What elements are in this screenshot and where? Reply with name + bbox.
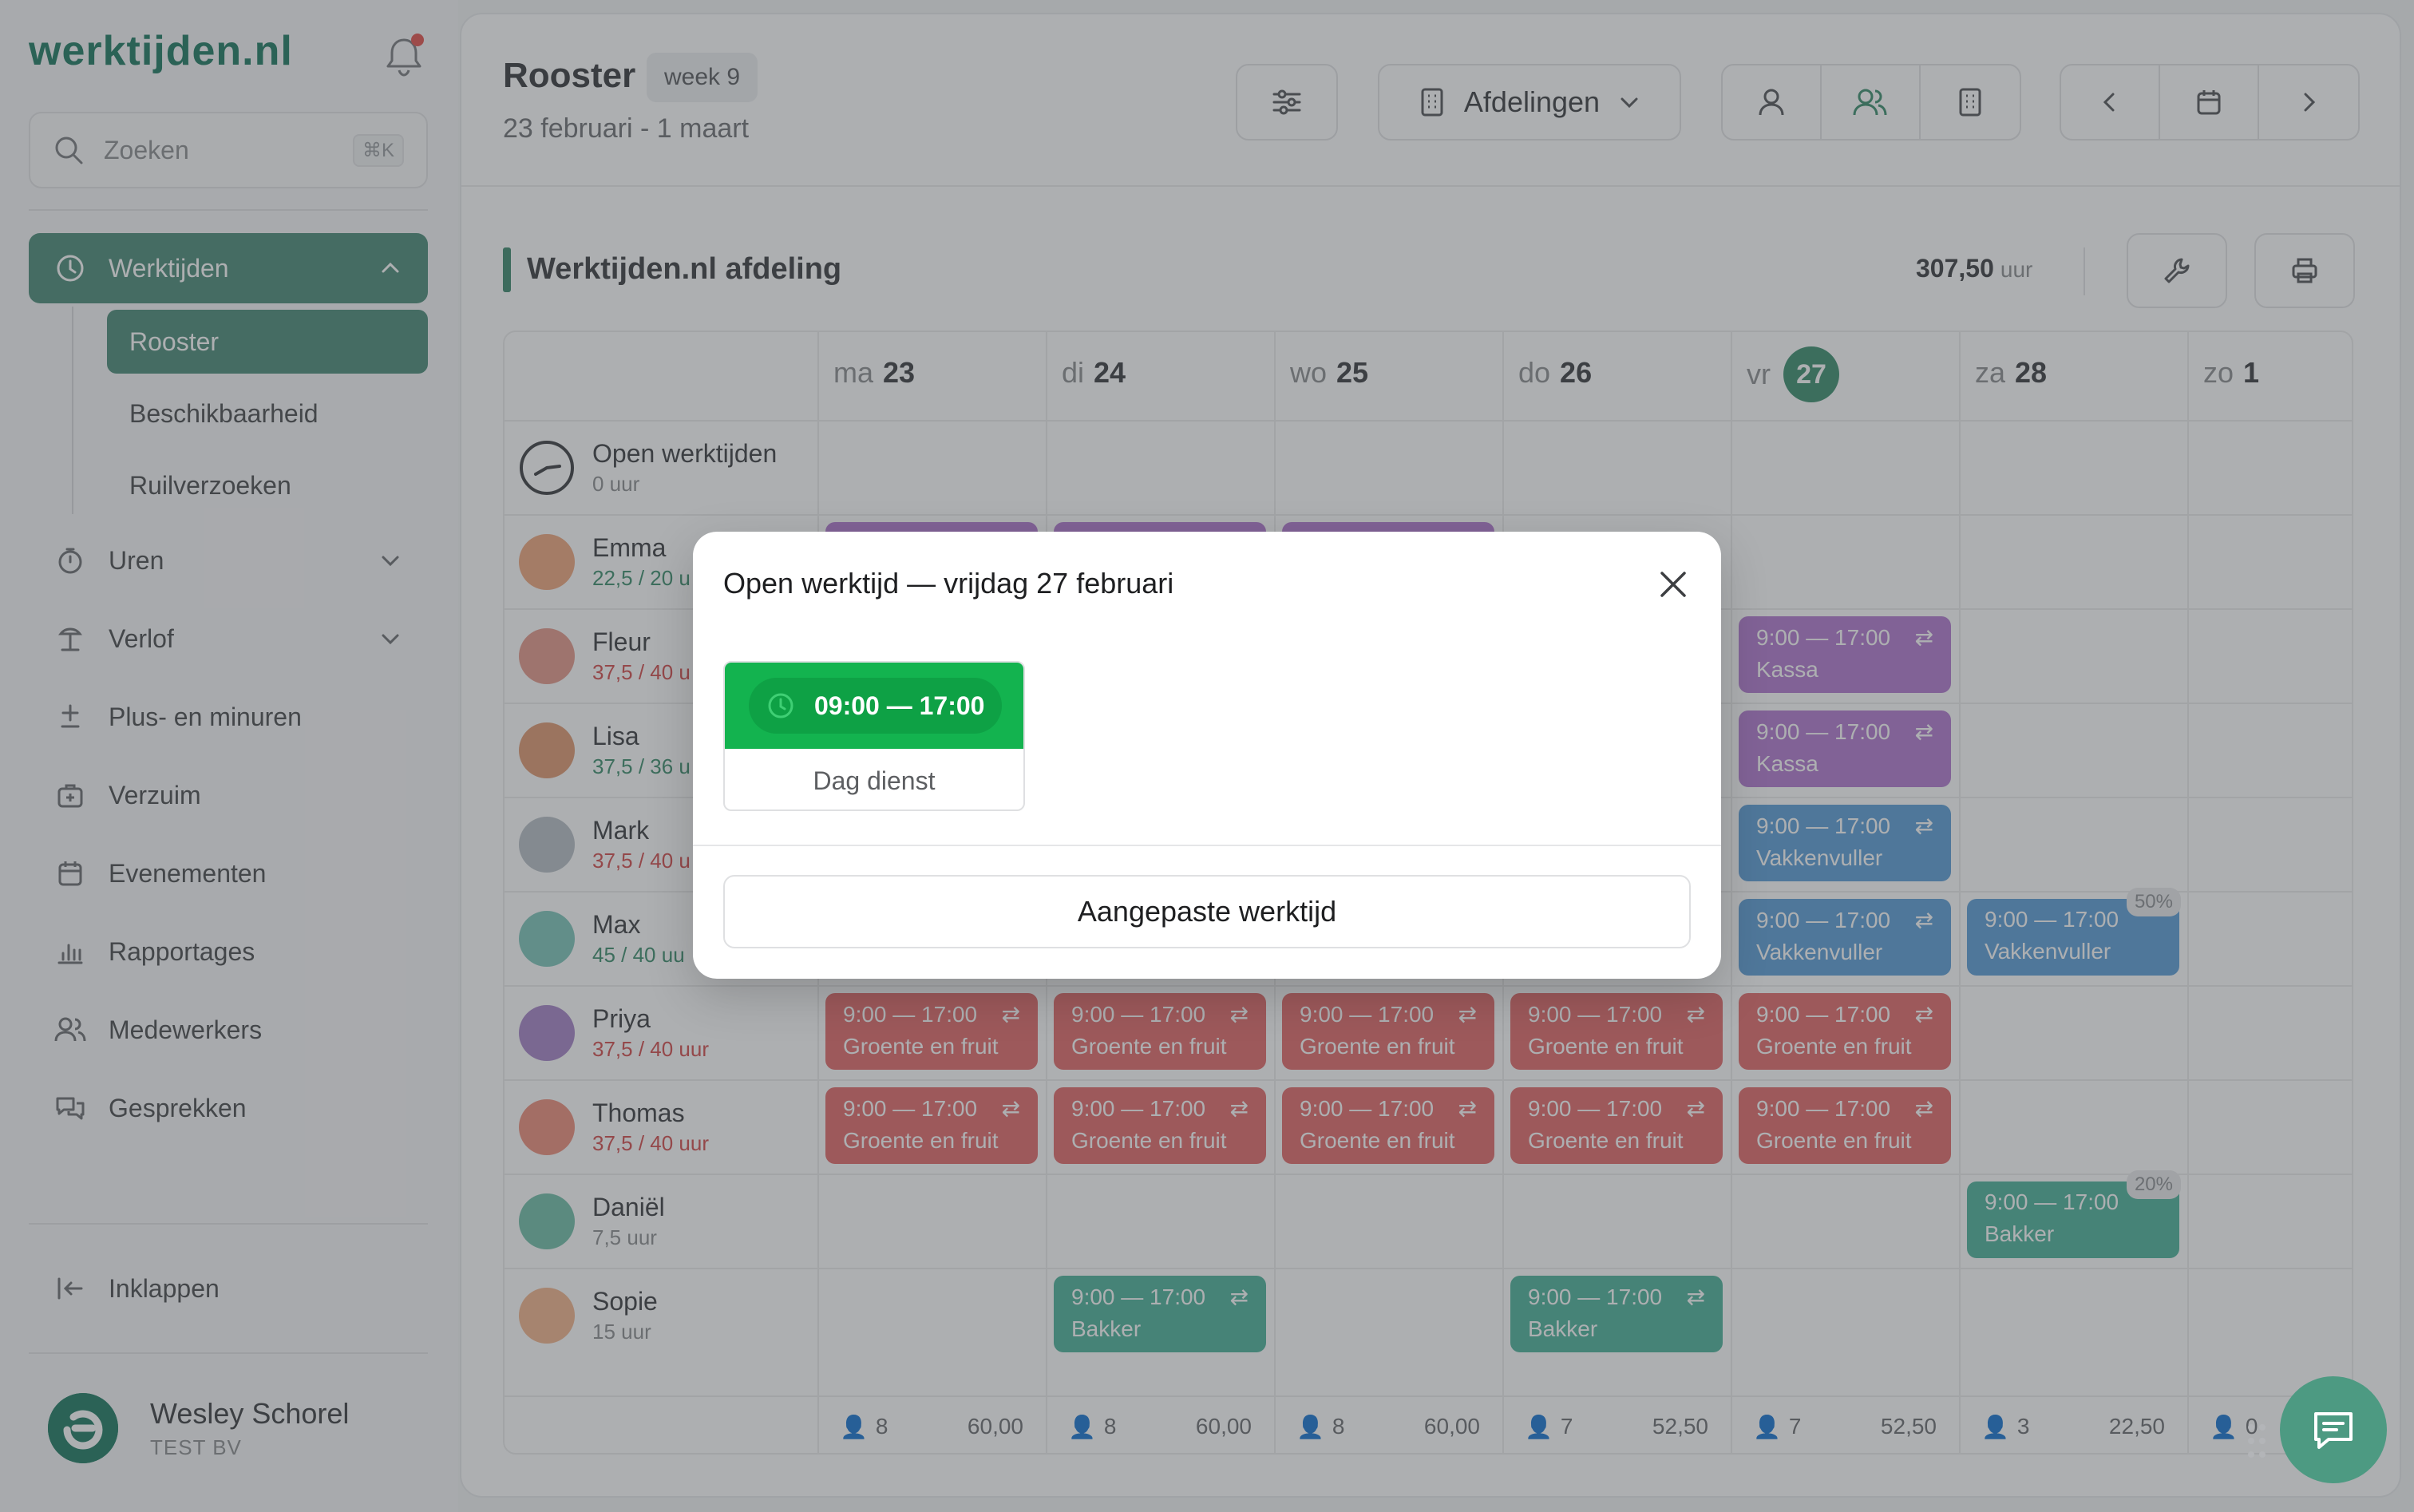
custom-shift-button[interactable]: Aangepaste werktijd	[723, 875, 1691, 948]
shift-template-card[interactable]: 09:00 — 17:00 Dag dienst	[723, 661, 1025, 811]
dialog-divider	[693, 845, 1721, 846]
shift-time-pill: 09:00 — 17:00	[749, 678, 1003, 734]
shift-template-header: 09:00 — 17:00	[725, 663, 1023, 749]
shift-template-name: Dag dienst	[813, 766, 936, 795]
drag-handle-icon[interactable]	[2245, 1421, 2269, 1461]
chat-bubble-icon	[2314, 1412, 2353, 1449]
app-root: werktijden.nl Zoeken ⌘K Werktijden Roost…	[0, 0, 2414, 1512]
close-button[interactable]	[1654, 565, 1692, 604]
support-chat-button[interactable]	[2280, 1376, 2387, 1483]
open-shift-dialog: Open werktijd — vrijdag 27 februari 09:0…	[693, 532, 1721, 979]
clock-icon	[768, 693, 793, 718]
dialog-title: Open werktijd — vrijdag 27 februari	[723, 567, 1174, 600]
close-icon	[1660, 572, 1686, 597]
shift-template-time: 09:00 — 17:00	[814, 691, 985, 720]
